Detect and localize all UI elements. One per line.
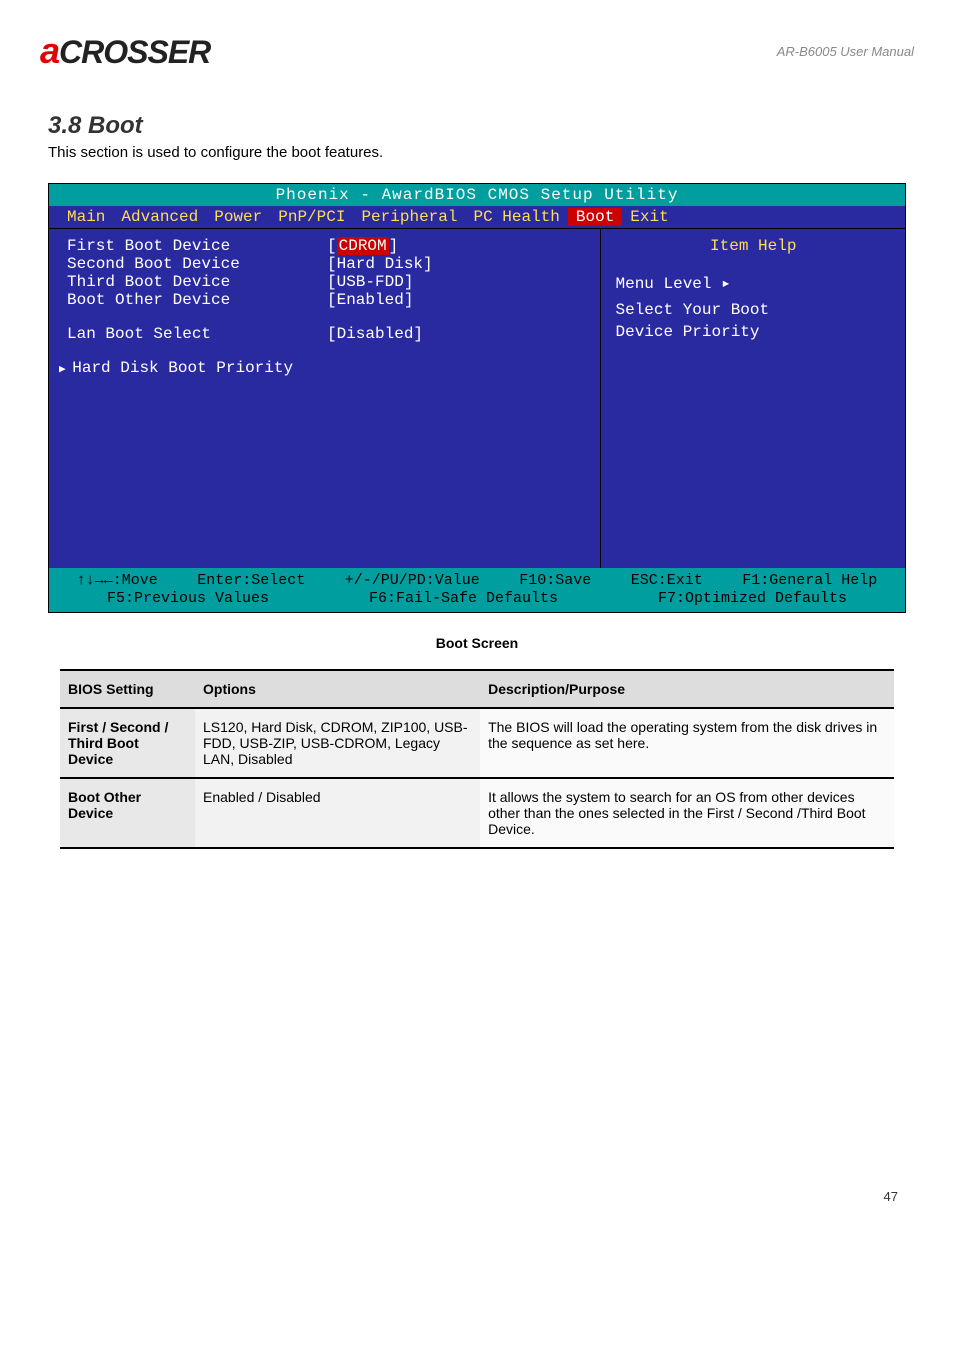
- bios-top-menu: Main Advanced Power PnP/PCI Peripheral P…: [49, 206, 905, 228]
- hint-save: F10:Save: [519, 572, 591, 590]
- hint-enter: Enter:Select: [197, 572, 305, 590]
- setting-second-boot[interactable]: Second Boot Device [Hard Disk]: [67, 255, 590, 273]
- setting-label: Third Boot Device: [67, 273, 327, 291]
- options-table: BIOS Setting Options Description/Purpose…: [60, 669, 894, 849]
- cell-options: LS120, Hard Disk, CDROM, ZIP100, USB-FDD…: [195, 708, 480, 778]
- setting-label: Boot Other Device: [67, 291, 327, 309]
- help-line: Device Priority: [615, 321, 891, 343]
- setting-value: [Enabled]: [327, 291, 413, 309]
- bios-footer-hints: ↑↓→←:Move Enter:Select +/-/PU/PD:Value F…: [49, 568, 905, 612]
- hint-exit: ESC:Exit: [631, 572, 703, 590]
- cell-setting: First / Second / Third Boot Device: [60, 708, 195, 778]
- table-row: Boot Other Device Enabled / Disabled It …: [60, 778, 894, 848]
- help-title: Item Help: [615, 237, 891, 271]
- section-subtitle: This section is used to configure the bo…: [0, 140, 954, 175]
- hint-help: F1:General Help: [742, 572, 877, 590]
- menu-advanced[interactable]: Advanced: [113, 208, 206, 226]
- menu-pc-health[interactable]: PC Health: [465, 208, 567, 226]
- menu-pnp-pci[interactable]: PnP/PCI: [270, 208, 353, 226]
- hint-previous: F5:Previous Values: [107, 590, 269, 608]
- hint-optimized: F7:Optimized Defaults: [658, 590, 847, 608]
- setting-value: [Disabled]: [327, 325, 423, 343]
- col-options: Options: [195, 670, 480, 708]
- page-number: 47: [0, 849, 954, 1234]
- hint-failsafe: F6:Fail-Safe Defaults: [369, 590, 558, 608]
- cell-setting: Boot Other Device: [60, 778, 195, 848]
- logo-letter-a: a: [40, 30, 59, 71]
- menu-exit[interactable]: Exit: [622, 208, 676, 226]
- setting-label: Hard Disk Boot Priority: [59, 359, 293, 379]
- setting-value: [USB-FDD]: [327, 273, 413, 291]
- setting-first-boot[interactable]: First Boot Device [CDROM]: [67, 237, 590, 255]
- setting-hdd-priority[interactable]: Hard Disk Boot Priority: [67, 359, 590, 379]
- setting-label: Lan Boot Select: [67, 325, 327, 343]
- bios-title-bar: Phoenix - AwardBIOS CMOS Setup Utility: [49, 184, 905, 206]
- table-row: First / Second / Third Boot Device LS120…: [60, 708, 894, 778]
- menu-peripheral[interactable]: Peripheral: [353, 208, 465, 226]
- hint-value: +/-/PU/PD:Value: [345, 572, 480, 590]
- cell-desc: It allows the system to search for an OS…: [480, 778, 894, 848]
- bios-screenshot: Phoenix - AwardBIOS CMOS Setup Utility M…: [48, 183, 906, 613]
- cell-options: Enabled / Disabled: [195, 778, 480, 848]
- figure-caption: Boot Screen: [0, 631, 954, 669]
- help-line: Menu Level ▸: [615, 271, 891, 295]
- brand-logo: aCROSSER: [40, 30, 210, 72]
- setting-label: First Boot Device: [67, 237, 327, 255]
- bios-help-pane: Item Help Menu Level ▸ Select Your Boot …: [601, 229, 905, 568]
- setting-value: [CDROM]: [327, 237, 398, 255]
- setting-lan-boot[interactable]: Lan Boot Select [Disabled]: [67, 325, 590, 343]
- bios-settings-pane: First Boot Device [CDROM] Second Boot De…: [49, 229, 601, 568]
- setting-label: Second Boot Device: [67, 255, 327, 273]
- hint-move: ↑↓→←:Move: [77, 572, 158, 590]
- menu-boot[interactable]: Boot: [568, 208, 622, 226]
- col-desc: Description/Purpose: [480, 670, 894, 708]
- menu-power[interactable]: Power: [206, 208, 270, 226]
- setting-value: [Hard Disk]: [327, 255, 433, 273]
- document-model: AR-B6005 User Manual: [777, 44, 914, 59]
- setting-boot-other[interactable]: Boot Other Device [Enabled]: [67, 291, 590, 309]
- logo-text: CROSSER: [59, 34, 210, 70]
- setting-third-boot[interactable]: Third Boot Device [USB-FDD]: [67, 273, 590, 291]
- menu-main[interactable]: Main: [59, 208, 113, 226]
- section-title: 3.8 Boot: [0, 82, 954, 140]
- help-line: Select Your Boot: [615, 299, 891, 321]
- col-setting: BIOS Setting: [60, 670, 195, 708]
- cell-desc: The BIOS will load the operating system …: [480, 708, 894, 778]
